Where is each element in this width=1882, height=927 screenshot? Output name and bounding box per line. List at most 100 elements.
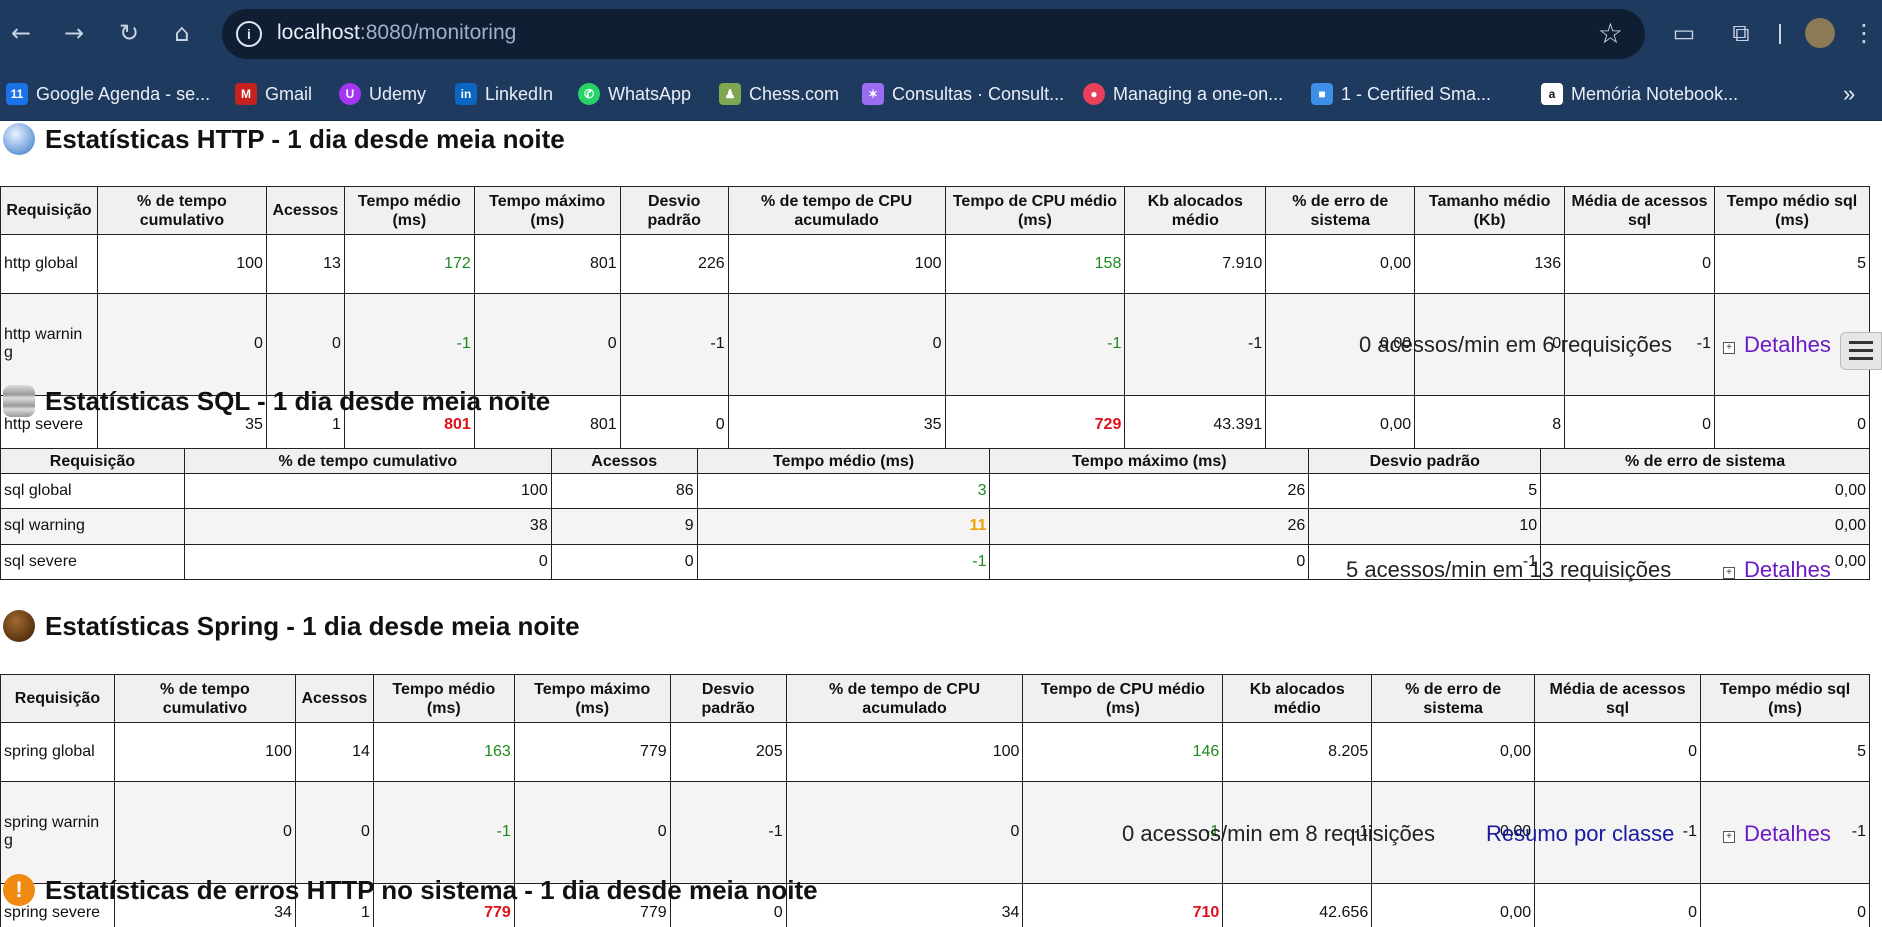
column-header[interactable]: Desvio padrão	[669, 674, 787, 723]
spring-section-title: Estatísticas Spring - 1 dia desde meia n…	[0, 608, 580, 644]
table-cell: -1	[343, 293, 475, 396]
url-text[interactable]: localhost:8080/monitoring	[277, 21, 516, 45]
column-header[interactable]: Requisição	[0, 186, 98, 235]
forward-icon[interactable]: →	[59, 18, 89, 48]
expand-plus-icon[interactable]: +	[1723, 567, 1735, 579]
column-header[interactable]: Tempo de CPU médio (ms)	[944, 186, 1126, 235]
http-section-title: Estatísticas HTTP - 1 dia desde meia noi…	[0, 121, 565, 157]
table-cell: 710	[1022, 882, 1224, 927]
column-header[interactable]: Tempo máximo (ms)	[473, 186, 621, 235]
table-row: spring global 100 14 163 779 205 100 146…	[0, 721, 1870, 783]
request-link[interactable]: sql warning	[0, 508, 185, 545]
table-cell: -1	[1124, 293, 1267, 396]
column-header[interactable]: % de tempo de CPU acumulado	[785, 674, 1024, 723]
request-link[interactable]: spring global	[0, 721, 115, 783]
column-header[interactable]: Média de acessos sql	[1534, 674, 1701, 723]
column-header[interactable]: Tempo médio (ms)	[696, 448, 991, 474]
column-header[interactable]: % de erro de sistema	[1540, 448, 1870, 474]
profile-avatar[interactable]	[1805, 18, 1835, 48]
table-cell: 146	[1022, 721, 1224, 783]
column-header[interactable]: Tempo médio (ms)	[343, 186, 475, 235]
table-cell: 0	[727, 293, 946, 396]
table-cell: 5	[1714, 233, 1870, 295]
table-cell: 0	[989, 543, 1310, 581]
table-cell: 43.391	[1124, 394, 1267, 456]
table-cell: 13	[265, 233, 345, 295]
column-header[interactable]: % de erro de sistema	[1371, 674, 1536, 723]
column-header[interactable]: Acessos	[550, 448, 698, 474]
request-link[interactable]: spring warnin g	[0, 781, 115, 884]
column-header[interactable]: Requisição	[0, 448, 185, 474]
http-details-link[interactable]: Detalhes	[1744, 332, 1831, 358]
bookmark-whatsapp[interactable]: ✆ WhatsApp	[578, 80, 691, 108]
table-header-row: Requisição % de tempo cumulativo Acessos…	[0, 186, 1870, 235]
bookmark-google-agenda[interactable]: 11 Google Agenda - se...	[6, 80, 210, 108]
column-header[interactable]: Requisição	[0, 674, 115, 723]
bookmark-chess[interactable]: ♟ Chess.com	[719, 80, 839, 108]
column-header[interactable]: Kb alocados médio	[1124, 186, 1267, 235]
table-cell: 100	[113, 721, 296, 783]
cast-icon[interactable]: ▭	[1668, 17, 1700, 49]
back-icon[interactable]: ←	[6, 18, 36, 48]
reload-icon[interactable]: ↻	[114, 18, 144, 48]
column-header[interactable]: Tempo médio (ms)	[372, 674, 515, 723]
column-header[interactable]: % de erro de sistema	[1265, 186, 1416, 235]
table-cell: 100	[785, 721, 1024, 783]
side-menu-hamburger-icon[interactable]	[1840, 332, 1882, 370]
table-cell: 0	[1564, 233, 1715, 295]
address-bar[interactable]: i localhost:8080/monitoring ☆	[222, 9, 1645, 59]
menu-kebab-icon[interactable]: ⋮	[1852, 17, 1876, 49]
request-link[interactable]: sql severe	[0, 543, 185, 581]
http-summary: 0 acessos/min em 6 requisições	[1359, 332, 1673, 357]
table-cell: 0	[1534, 721, 1701, 783]
class-summary-link[interactable]: Resumo por classe	[1486, 821, 1674, 847]
column-header[interactable]: Tempo médio sql (ms)	[1700, 674, 1870, 723]
column-header[interactable]: % de tempo cumulativo	[183, 448, 552, 474]
request-link[interactable]: http global	[0, 233, 98, 295]
spring-details-link[interactable]: Detalhes	[1744, 821, 1831, 847]
bookmark-star-icon[interactable]: ☆	[1598, 17, 1623, 50]
table-cell: 0	[183, 543, 552, 581]
site-info-icon[interactable]: i	[236, 21, 262, 47]
request-link[interactable]: sql global	[0, 472, 185, 510]
home-icon[interactable]: ⌂	[167, 18, 197, 48]
table-cell: 163	[372, 721, 515, 783]
column-header[interactable]: % de tempo cumulativo	[96, 186, 267, 235]
table-cell: 0	[1700, 882, 1870, 927]
expand-plus-icon[interactable]: +	[1723, 342, 1735, 354]
column-header[interactable]: % de tempo de CPU acumulado	[727, 186, 946, 235]
bookmark-certified[interactable]: ■ 1 - Certified Sma...	[1311, 80, 1491, 108]
table-cell: 3	[696, 472, 991, 510]
column-header[interactable]: Tempo médio sql (ms)	[1714, 186, 1870, 235]
extensions-icon[interactable]: ⧉	[1725, 17, 1757, 49]
bookmarks-overflow-icon[interactable]: »	[1843, 80, 1855, 108]
chess-icon: ♟	[719, 83, 741, 105]
column-header[interactable]: Acessos	[265, 186, 345, 235]
table-cell: 205	[669, 721, 787, 783]
table-cell: -1	[669, 781, 787, 884]
bookmark-linkedin[interactable]: in LinkedIn	[455, 80, 553, 108]
database-icon	[3, 385, 35, 417]
request-link[interactable]: http warnin g	[0, 293, 98, 396]
table-header-row: Requisição % de tempo cumulativo Acessos…	[0, 674, 1870, 723]
column-header[interactable]: Acessos	[294, 674, 374, 723]
bookmark-consultas[interactable]: ✶ Consultas · Consult...	[862, 80, 1064, 108]
column-header[interactable]: Média de acessos sql	[1564, 186, 1715, 235]
column-header[interactable]: Kb alocados médio	[1222, 674, 1373, 723]
column-header[interactable]: Tempo máximo (ms)	[513, 674, 671, 723]
column-header[interactable]: Desvio padrão	[619, 186, 729, 235]
table-cell: 0	[619, 394, 729, 456]
bookmark-gmail[interactable]: M Gmail	[235, 80, 312, 108]
sql-details-link[interactable]: Detalhes	[1744, 557, 1831, 583]
bookmark-memoria[interactable]: a Memória Notebook...	[1541, 80, 1738, 108]
bookmark-managing[interactable]: ● Managing a one-on...	[1083, 80, 1283, 108]
column-header[interactable]: Tempo máximo (ms)	[989, 448, 1310, 474]
column-header[interactable]: Desvio padrão	[1308, 448, 1542, 474]
expand-plus-icon[interactable]: +	[1723, 831, 1735, 843]
table-cell: 100	[183, 472, 552, 510]
table-cell: -1	[696, 543, 991, 581]
column-header[interactable]: Tamanho médio (Kb)	[1414, 186, 1566, 235]
bookmark-udemy[interactable]: U Udemy	[339, 80, 426, 108]
column-header[interactable]: Tempo de CPU médio (ms)	[1022, 674, 1224, 723]
column-header[interactable]: % de tempo cumulativo	[113, 674, 296, 723]
